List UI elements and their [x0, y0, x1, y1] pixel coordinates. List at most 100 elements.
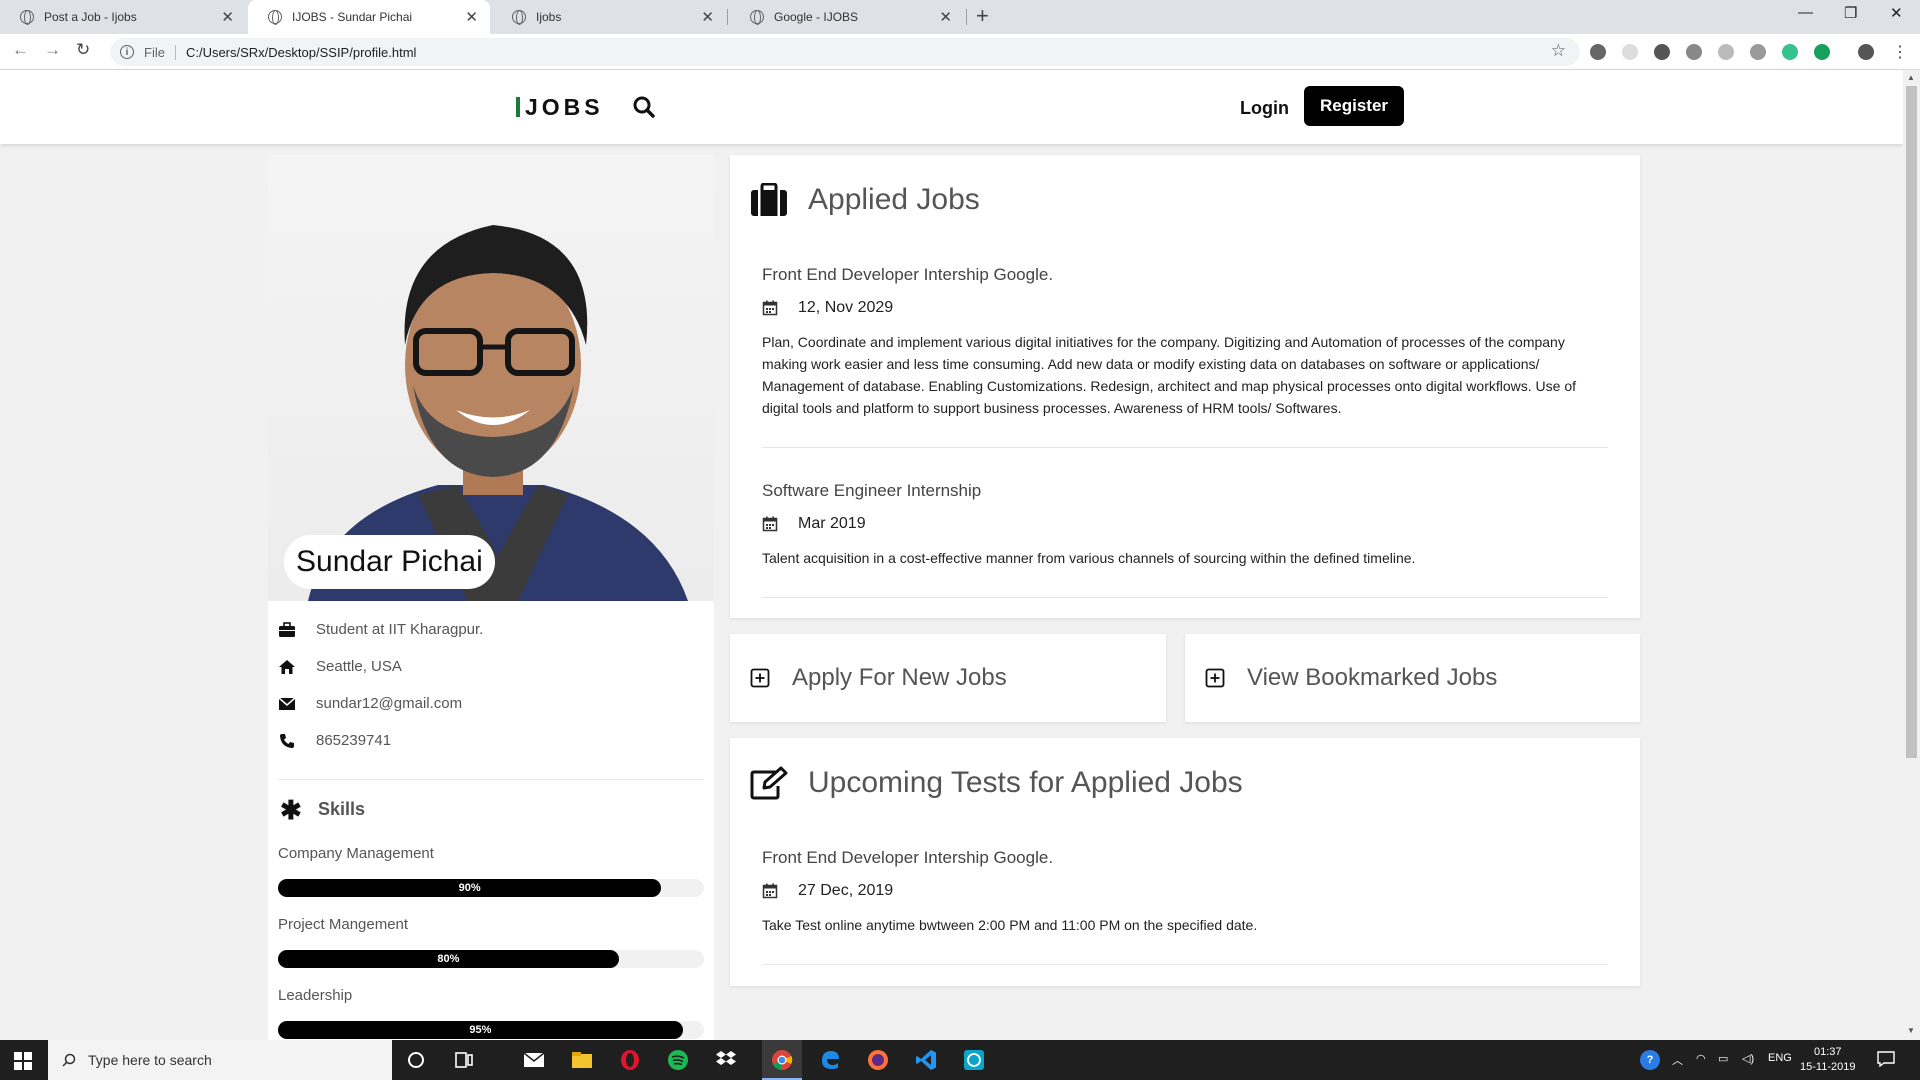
new-tab-button[interactable]: + — [976, 3, 989, 29]
browser-toolbar: ← → ↻ i File C:/Users/SRx/Desktop/SSIP/p… — [0, 34, 1920, 70]
address-bar[interactable]: i File C:/Users/SRx/Desktop/SSIP/profile… — [110, 38, 1580, 66]
windows-taskbar: Type here to search ? ︿ ◠ ▭ ◁) ENG 01:37… — [0, 1040, 1920, 1080]
cortana-icon[interactable] — [404, 1048, 428, 1072]
restore-button[interactable]: ❐ — [1844, 4, 1857, 22]
close-icon[interactable]: ✕ — [465, 8, 478, 26]
skill-percent: 90% — [458, 882, 481, 894]
calendar-icon — [762, 300, 778, 316]
clock-date: 15-11-2019 — [1800, 1061, 1856, 1073]
scroll-down-arrow-icon[interactable]: ▼ — [1907, 1026, 1915, 1035]
applied-job-item[interactable]: Front End Developer Intership Google. 12… — [762, 265, 1608, 419]
grammarly-icon[interactable] — [1814, 44, 1830, 60]
skill-progress-bar: 90% — [278, 879, 662, 897]
occupation-text: Student at IIT Kharagpur. — [316, 621, 484, 638]
dropbox-icon[interactable] — [714, 1048, 738, 1072]
skill-progress-bar: 95% — [278, 1021, 683, 1039]
profile-avatar-icon[interactable] — [1858, 44, 1874, 60]
view-bookmarked-jobs-label: View Bookmarked Jobs — [1247, 664, 1498, 691]
browser-tab-post-a-job[interactable]: Post a Job - Ijobs ✕ — [0, 0, 246, 34]
url-text[interactable]: C:/Users/SRx/Desktop/SSIP/profile.html — [186, 45, 416, 60]
extension-icon[interactable] — [1654, 44, 1670, 60]
close-icon[interactable]: ✕ — [221, 8, 234, 26]
edge-icon[interactable] — [818, 1048, 842, 1072]
back-button[interactable]: ← — [12, 40, 29, 60]
close-window-button[interactable]: ✕ — [1890, 4, 1903, 22]
browser-tab-profile[interactable]: IJOBS - Sundar Pichai ✕ — [248, 0, 490, 34]
browser-tab-ijobs[interactable]: Ijobs ✕ — [492, 0, 726, 34]
search-icon[interactable] — [633, 96, 655, 118]
calendar-icon — [762, 883, 778, 899]
clock-time: 01:37 — [1813, 1046, 1842, 1058]
firefox-icon[interactable] — [866, 1048, 890, 1072]
mail-icon[interactable] — [522, 1048, 546, 1072]
extension-icon[interactable] — [1622, 44, 1638, 60]
opera-icon[interactable] — [618, 1048, 642, 1072]
page-scrollbar[interactable]: ▲ ▼ — [1903, 70, 1920, 1040]
file-explorer-icon[interactable] — [570, 1048, 594, 1072]
upcoming-tests-title: Upcoming Tests for Applied Jobs — [808, 766, 1243, 799]
task-view-icon[interactable] — [452, 1048, 476, 1072]
asterisk-icon: ✱ — [280, 794, 302, 825]
skill-name: Company Management — [278, 845, 434, 862]
scroll-up-arrow-icon[interactable]: ▲ — [1907, 73, 1915, 82]
tab-title: Google - IJOBS — [774, 10, 859, 24]
view-bookmarked-jobs-button[interactable]: View Bookmarked Jobs — [1185, 634, 1640, 722]
kebab-menu-icon[interactable]: ⋮ — [1892, 42, 1908, 62]
tab-title: IJOBS - Sundar Pichai — [292, 10, 413, 24]
info-icon[interactable]: i — [120, 45, 134, 59]
scrollbar-thumb[interactable] — [1906, 86, 1917, 758]
globe-icon — [512, 10, 526, 25]
volume-icon[interactable]: ◁) — [1742, 1052, 1754, 1065]
apply-new-jobs-label: Apply For New Jobs — [792, 664, 1007, 691]
globe-icon — [20, 10, 34, 25]
battery-icon[interactable]: ▭ — [1718, 1052, 1728, 1065]
globe-icon — [268, 10, 282, 25]
upcoming-tests-card: Upcoming Tests for Applied Jobs Front En… — [730, 738, 1640, 986]
network-icon[interactable]: ◠ — [1696, 1052, 1706, 1065]
test-description: Take Test online anytime bwtween 2:00 PM… — [762, 917, 1258, 933]
site-header: JOBS Login Register — [0, 70, 1903, 144]
language-indicator[interactable]: ENG — [1768, 1052, 1792, 1064]
help-icon[interactable]: ? — [1640, 1050, 1660, 1070]
skill-name: Leadership — [278, 987, 353, 1004]
extension-icon[interactable] — [1782, 44, 1798, 60]
notification-icon[interactable] — [1876, 1049, 1896, 1069]
browser-tab-strip: Post a Job - Ijobs ✕ IJOBS - Sundar Pich… — [0, 0, 1920, 34]
profile-card: Sundar Pichai Student at IIT Kharagpur. … — [268, 155, 714, 1040]
tray-expand-icon[interactable]: ︿ — [1672, 1052, 1683, 1068]
forward-button[interactable]: → — [44, 40, 61, 60]
extension-icon[interactable] — [1750, 44, 1766, 60]
minimize-button[interactable]: — — [1798, 4, 1813, 21]
close-icon[interactable]: ✕ — [701, 8, 714, 26]
extension-icon[interactable] — [1686, 44, 1702, 60]
tab-title: Ijobs — [536, 10, 562, 24]
apply-new-jobs-button[interactable]: Apply For New Jobs — [730, 634, 1166, 722]
register-button[interactable]: Register — [1304, 86, 1404, 126]
upcoming-test-item[interactable]: Front End Developer Intership Google. 27… — [762, 848, 1608, 936]
chrome-icon[interactable] — [770, 1048, 794, 1072]
bookmark-star-icon[interactable]: ☆ — [1551, 41, 1566, 61]
reload-button[interactable]: ↻ — [76, 40, 90, 60]
info-occupation: Student at IIT Kharagpur. — [278, 611, 704, 648]
job-title[interactable]: Software Engineer Internship — [762, 481, 1608, 501]
site-logo[interactable]: JOBS — [516, 94, 604, 121]
windows-start-icon[interactable] — [14, 1052, 32, 1070]
whatsapp-icon[interactable] — [962, 1048, 986, 1072]
extension-icon[interactable] — [1718, 44, 1734, 60]
taskbar-search-box[interactable]: Type here to search — [48, 1040, 392, 1080]
system-clock[interactable]: 01:37 15-11-2019 — [1800, 1045, 1855, 1075]
spotify-icon[interactable] — [666, 1048, 690, 1072]
close-icon[interactable]: ✕ — [939, 8, 952, 26]
extension-icon[interactable] — [1590, 44, 1606, 60]
login-link[interactable]: Login — [1240, 98, 1289, 119]
profile-name: Sundar Pichai — [284, 535, 495, 589]
applied-job-item[interactable]: Software Engineer Internship Mar 2019 Ta… — [762, 481, 1608, 569]
test-date-text: 27 Dec, 2019 — [798, 882, 894, 899]
tab-title: Post a Job - Ijobs — [44, 10, 137, 24]
vscode-icon[interactable] — [914, 1048, 938, 1072]
test-job-title[interactable]: Front End Developer Intership Google. — [762, 848, 1608, 868]
skill-progress-bar: 80% — [278, 950, 619, 968]
job-title[interactable]: Front End Developer Intership Google. — [762, 265, 1608, 285]
edit-icon — [750, 766, 788, 800]
browser-tab-google-ijobs[interactable]: Google - IJOBS ✕ — [730, 0, 964, 34]
